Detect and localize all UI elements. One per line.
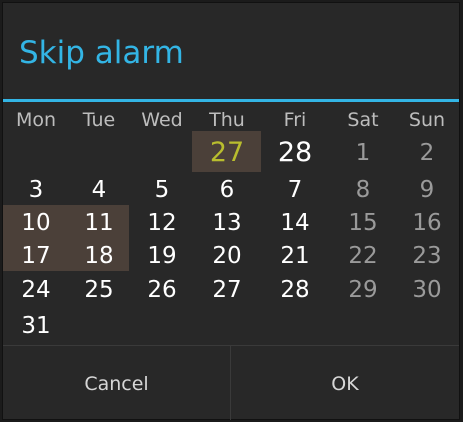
day-cell[interactable]: 22 bbox=[330, 239, 396, 273]
day-cell[interactable]: 4 bbox=[66, 173, 132, 207]
weekday-sat: Sat bbox=[347, 109, 379, 131]
weekday-mon: Mon bbox=[15, 109, 57, 131]
day-cell[interactable]: 30 bbox=[394, 273, 460, 307]
day-cell[interactable]: 14 bbox=[262, 206, 328, 240]
dialog-title: Skip alarm bbox=[19, 35, 184, 71]
day-cell[interactable]: 5 bbox=[129, 173, 195, 207]
day-cell[interactable]: 1 bbox=[330, 136, 396, 170]
title-divider bbox=[3, 99, 459, 102]
day-cell[interactable]: 8 bbox=[330, 173, 396, 207]
day-cell[interactable]: 29 bbox=[330, 273, 396, 307]
weekday-header: Mon Tue Wed Thu Fri Sat Sun bbox=[3, 106, 459, 134]
day-cell[interactable]: 6 bbox=[194, 173, 260, 207]
day-cell-today[interactable]: 27 bbox=[194, 136, 260, 170]
day-cell[interactable]: 24 bbox=[3, 273, 69, 307]
day-cell[interactable]: 31 bbox=[3, 309, 69, 343]
day-cell[interactable]: 16 bbox=[394, 206, 460, 240]
day-cell-skipped[interactable]: 17 bbox=[3, 239, 69, 273]
day-cell[interactable]: 26 bbox=[129, 273, 195, 307]
day-cell[interactable]: 23 bbox=[394, 239, 460, 273]
day-cell[interactable]: 13 bbox=[194, 206, 260, 240]
cancel-button[interactable]: Cancel bbox=[3, 346, 230, 420]
weekday-wed: Wed bbox=[141, 109, 183, 131]
weekday-thu: Thu bbox=[209, 109, 245, 131]
ok-button[interactable]: OK bbox=[231, 346, 459, 420]
day-cell[interactable]: 9 bbox=[394, 173, 460, 207]
weekday-tue: Tue bbox=[82, 109, 116, 131]
day-cell[interactable]: 2 bbox=[394, 136, 460, 170]
day-cell-skipped[interactable]: 11 bbox=[66, 206, 132, 240]
day-cell[interactable]: 3 bbox=[3, 173, 69, 207]
day-cell[interactable]: 21 bbox=[262, 239, 328, 273]
day-cell[interactable]: 28 bbox=[262, 136, 328, 170]
day-cell[interactable]: 28 bbox=[262, 273, 328, 307]
day-cell[interactable]: 7 bbox=[262, 173, 328, 207]
weekday-fri: Fri bbox=[283, 109, 307, 131]
dialog-button-bar: Cancel OK bbox=[3, 345, 459, 420]
day-cell-skipped[interactable]: 10 bbox=[3, 206, 69, 240]
day-cell[interactable]: 27 bbox=[194, 273, 260, 307]
weekday-sun: Sun bbox=[408, 109, 446, 131]
day-cell[interactable]: 19 bbox=[129, 239, 195, 273]
skip-alarm-dialog: Skip alarm Mon Tue Wed Thu Fri Sat Sun 2… bbox=[2, 2, 460, 420]
day-cell[interactable]: 15 bbox=[330, 206, 396, 240]
day-cell-skipped[interactable]: 18 bbox=[66, 239, 132, 273]
day-cell[interactable]: 20 bbox=[194, 239, 260, 273]
day-cell[interactable]: 12 bbox=[129, 206, 195, 240]
day-cell[interactable]: 25 bbox=[66, 273, 132, 307]
